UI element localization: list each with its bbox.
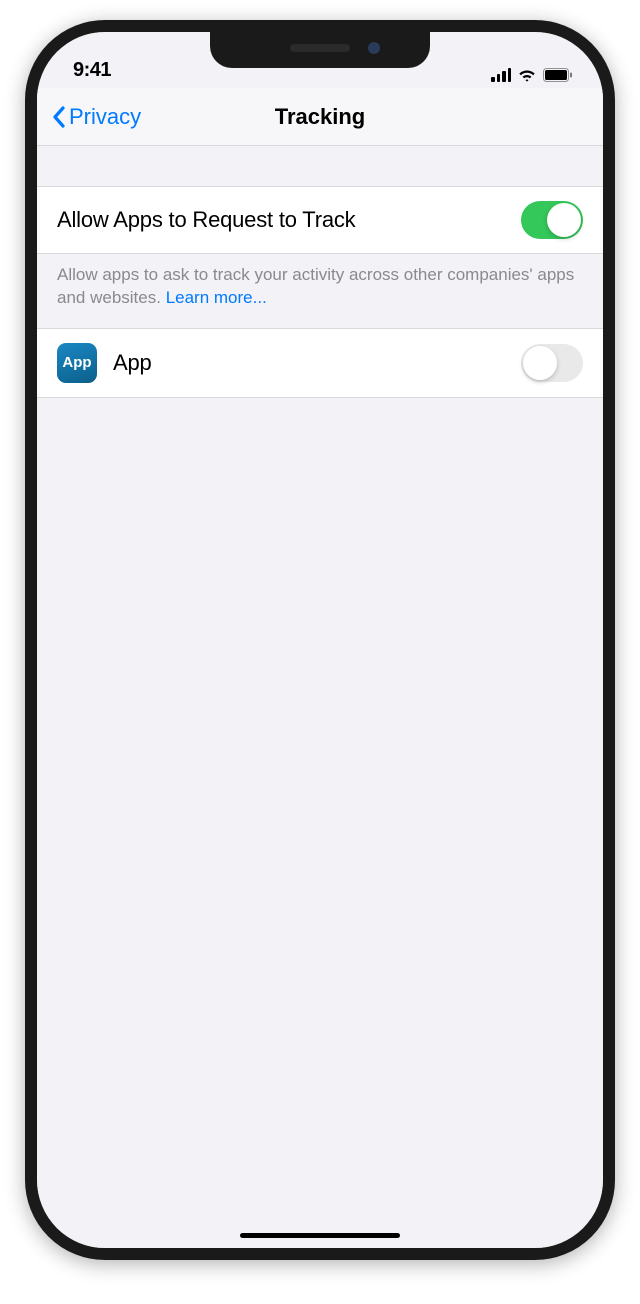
app-name-label: App <box>113 350 521 376</box>
allow-tracking-toggle[interactable] <box>521 201 583 239</box>
home-indicator[interactable] <box>240 1233 400 1238</box>
toggle-knob <box>523 346 557 380</box>
device-frame: 9:41 Privacy Tracking Allow Apps to Requ… <box>25 20 615 1260</box>
content: Allow Apps to Request to Track Allow app… <box>37 146 603 1248</box>
page-title: Tracking <box>275 104 365 130</box>
status-icons <box>491 68 573 82</box>
cellular-signal-icon <box>491 68 511 82</box>
app-tracking-toggle[interactable] <box>521 344 583 382</box>
section-spacer <box>37 146 603 186</box>
back-button[interactable]: Privacy <box>37 104 141 130</box>
toggle-knob <box>547 203 581 237</box>
chevron-left-icon <box>51 105 67 129</box>
app-tracking-cell: App App <box>37 328 603 398</box>
section-footer: Allow apps to ask to track your activity… <box>37 254 603 328</box>
back-label: Privacy <box>69 104 141 130</box>
screen: 9:41 Privacy Tracking Allow Apps to Requ… <box>37 32 603 1248</box>
speaker-cutout <box>290 44 350 52</box>
wifi-icon <box>517 68 537 82</box>
allow-tracking-cell: Allow Apps to Request to Track <box>37 186 603 254</box>
status-time: 9:41 <box>73 59 111 82</box>
battery-icon <box>543 68 573 82</box>
app-icon: App <box>57 343 97 383</box>
learn-more-link[interactable]: Learn more... <box>166 288 267 307</box>
status-bar: 9:41 <box>37 32 603 88</box>
footer-text: Allow apps to ask to track your activity… <box>57 265 574 307</box>
nav-bar: Privacy Tracking <box>37 88 603 146</box>
front-camera <box>368 42 380 54</box>
allow-tracking-label: Allow Apps to Request to Track <box>57 207 521 233</box>
